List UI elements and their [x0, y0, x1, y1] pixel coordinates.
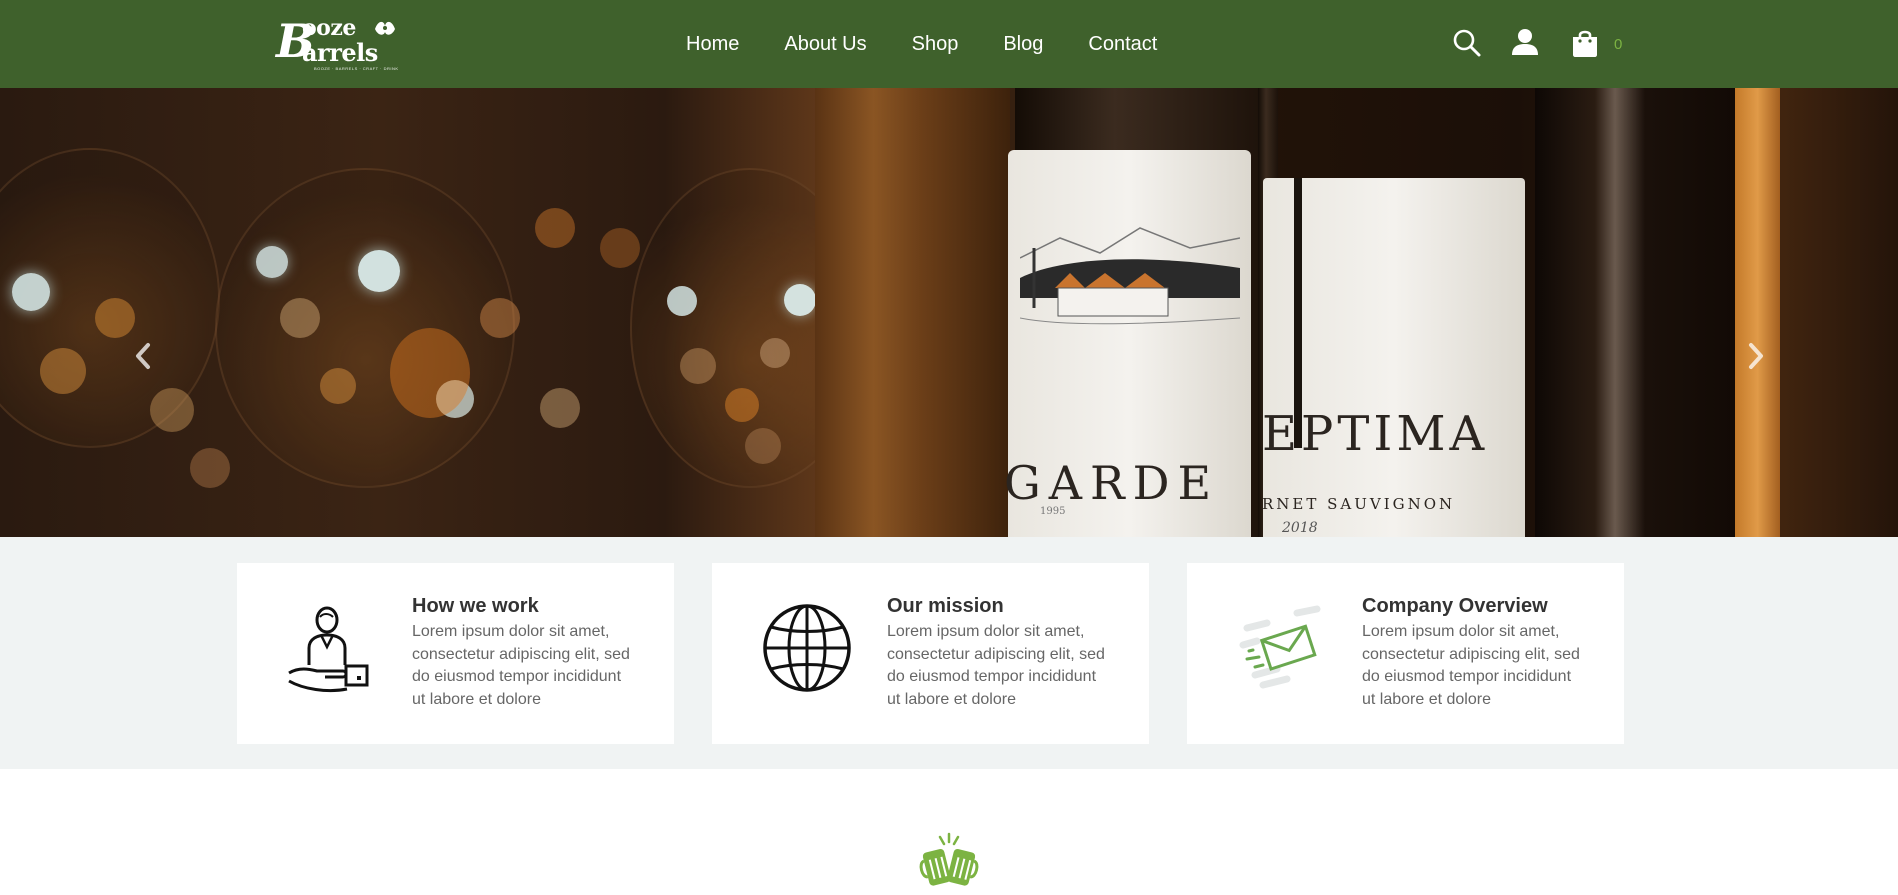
chevron-left-icon — [136, 343, 150, 369]
person-delivery-icon — [288, 606, 369, 693]
label-left-text: GARDE — [1004, 456, 1220, 510]
feature-card-company-overview: Company Overview Lorem ipsum dolor sit a… — [1187, 563, 1624, 744]
logo-tagline: BOOZE · BARRELS · CRAFT · DRINK — [314, 66, 399, 71]
feature-card-how-we-work: How we work Lorem ipsum dolor sit amet, … — [237, 563, 674, 744]
feature-text: Lorem ipsum dolor sit amet, consectetur … — [887, 623, 1105, 708]
features-section: How we work Lorem ipsum dolor sit amet, … — [0, 537, 1898, 769]
cart-count-badge: 0 — [1614, 36, 1623, 53]
search-icon[interactable] — [1451, 27, 1483, 59]
chevron-right-icon — [1749, 343, 1763, 369]
feature-text: Lorem ipsum dolor sit amet, consectetur … — [1362, 623, 1580, 708]
nav-shop[interactable]: Shop — [912, 33, 959, 56]
label-left-small: 1995 — [1040, 506, 1066, 517]
nav-contact[interactable]: Contact — [1088, 33, 1157, 56]
site-header: B ooze arrels BOOZE · BARRELS · CRAFT · … — [0, 0, 1898, 88]
label-right-text: EPTIMA — [1262, 406, 1489, 462]
envelope-icon — [1239, 605, 1321, 689]
hero-image: GARDE 1995 EPTIMA RNET SAUVIGNON 2018 — [0, 88, 1898, 537]
logo-line-2: arrels — [302, 38, 378, 67]
user-icon[interactable] — [1509, 27, 1541, 59]
nav-home[interactable]: Home — [686, 33, 739, 56]
feature-title: How we work — [412, 595, 539, 617]
hero-slider: GARDE 1995 EPTIMA RNET SAUVIGNON 2018 — [0, 88, 1898, 537]
nav-blog[interactable]: Blog — [1003, 33, 1043, 56]
beer-cheers-icon — [919, 832, 979, 886]
brand-logo[interactable]: B ooze arrels BOOZE · BARRELS · CRAFT · … — [276, 14, 401, 72]
label-right-year: 2018 — [1282, 520, 1318, 536]
slider-next-arrow[interactable] — [1746, 341, 1766, 371]
nav-about-us[interactable]: About Us — [784, 33, 866, 56]
label-right-subtitle: RNET SAUVIGNON — [1262, 495, 1456, 513]
feature-text: Lorem ipsum dolor sit amet, consectetur … — [412, 623, 630, 708]
feature-card-our-mission: Our mission Lorem ipsum dolor sit amet, … — [712, 563, 1149, 744]
globe-icon — [763, 604, 851, 692]
logo-flourish-icon — [375, 21, 395, 35]
label-illustration — [1020, 227, 1240, 325]
feature-title: Company Overview — [1362, 595, 1548, 617]
main-nav: Home About Us Shop Blog Contact — [686, 0, 1157, 88]
feature-title: Our mission — [887, 595, 1004, 617]
shopping-bag-icon[interactable] — [1569, 27, 1601, 59]
slider-prev-arrow[interactable] — [133, 341, 153, 371]
